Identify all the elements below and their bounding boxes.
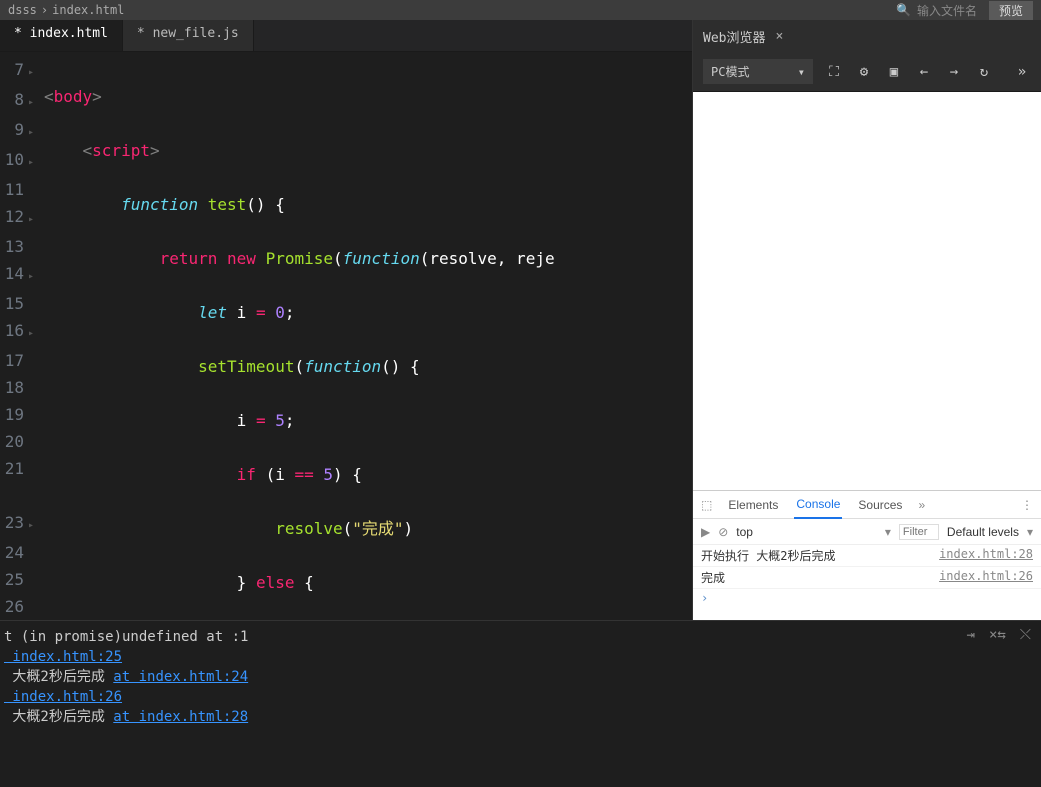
output-link[interactable]: index.html:26 [4,689,122,705]
context-select[interactable]: top [736,525,877,539]
devtools-menu-icon[interactable]: ⋮ [1021,498,1033,512]
filter-input[interactable] [899,524,939,540]
devtools: ⬚ Elements Console Sources » ⋮ ▶ ⊘ top ▾… [693,490,1041,620]
browser-viewport[interactable] [693,92,1041,490]
back-icon[interactable]: ← [915,63,933,81]
output-line: index.html:26 [4,687,1037,707]
search-icon: 🔍 [896,3,911,17]
output-link[interactable]: at index.html:28 [113,709,248,725]
console-log[interactable]: 开始执行 大概2秒后完成 index.html:28 完成 index.html… [693,545,1041,620]
collapse-icon[interactable]: ×⇆ [989,627,1006,643]
console-row: 开始执行 大概2秒后完成 index.html:28 [693,545,1041,567]
forward-icon[interactable]: → [945,63,963,81]
devtools-tab-console[interactable]: Console [794,491,842,519]
inspect-icon[interactable]: ⛶ [825,63,843,81]
editor-tabs: * index.html * new_file.js [0,20,692,52]
gear-icon[interactable]: ⚙ [855,63,873,81]
inspect-element-icon[interactable]: ⬚ [701,498,712,512]
more-icon[interactable]: » [1013,63,1031,81]
output-link[interactable]: at index.html:24 [113,669,248,685]
browser-mode-select[interactable]: PC模式 ▾ [703,59,813,84]
export-icon[interactable]: ⇥ [967,627,975,643]
more-tabs-icon[interactable]: » [918,498,925,512]
refresh-icon[interactable]: ↻ [975,63,993,81]
devtools-tab-sources[interactable]: Sources [856,492,904,518]
source-link[interactable]: index.html:26 [939,569,1033,586]
output-line: index.html:25 [4,647,1037,667]
output-line: t (in promise)undefined at :1 [4,627,1037,647]
line-gutter: 7▸ 8▸ 9▸ 10▸ 11 12▸ 13 14▸ 15 16▸ 17 18 … [0,52,40,620]
levels-select[interactable]: Default levels [947,525,1019,539]
tab-new-file-js[interactable]: * new_file.js [123,20,254,51]
source-link[interactable]: index.html:28 [939,547,1033,564]
file-search[interactable]: 🔍 输入文件名 [896,2,977,19]
preview-button[interactable]: 预览 [989,1,1033,20]
clear-console-icon[interactable]: ⊘ [718,525,728,539]
code-content[interactable]: <body> <script> function test() { return… [40,52,692,620]
swap-icon[interactable]: ⤬ [1020,627,1031,643]
chevron-down-icon: ▾ [798,65,805,79]
console-icon[interactable]: ▣ [885,63,903,81]
tab-index-html[interactable]: * index.html [0,20,123,51]
console-prompt[interactable]: › [693,589,1041,607]
output-line: 大概2秒后完成 at index.html:28 [4,707,1037,727]
close-icon[interactable]: × [775,29,783,44]
output-link[interactable]: index.html:25 [4,649,122,665]
browser-panel-header: Web浏览器 × [693,20,1041,52]
devtools-tab-elements[interactable]: Elements [726,492,780,518]
top-bar: dsss › index.html 🔍 输入文件名 预览 [0,0,1041,20]
breadcrumb[interactable]: dsss [8,3,37,17]
breadcrumb[interactable]: index.html [52,3,124,17]
output-line: 大概2秒后完成 at index.html:24 [4,667,1037,687]
browser-title: Web浏览器 [703,27,765,46]
browser-toolbar: PC模式 ▾ ⛶ ⚙ ▣ ← → ↻ » [693,52,1041,92]
output-panel[interactable]: ⇥ ×⇆ ⤬ t (in promise)undefined at :1 ind… [0,620,1041,787]
code-editor[interactable]: 7▸ 8▸ 9▸ 10▸ 11 12▸ 13 14▸ 15 16▸ 17 18 … [0,52,692,620]
console-row: 完成 index.html:26 [693,567,1041,589]
eye-icon[interactable]: ▶ [701,525,710,539]
